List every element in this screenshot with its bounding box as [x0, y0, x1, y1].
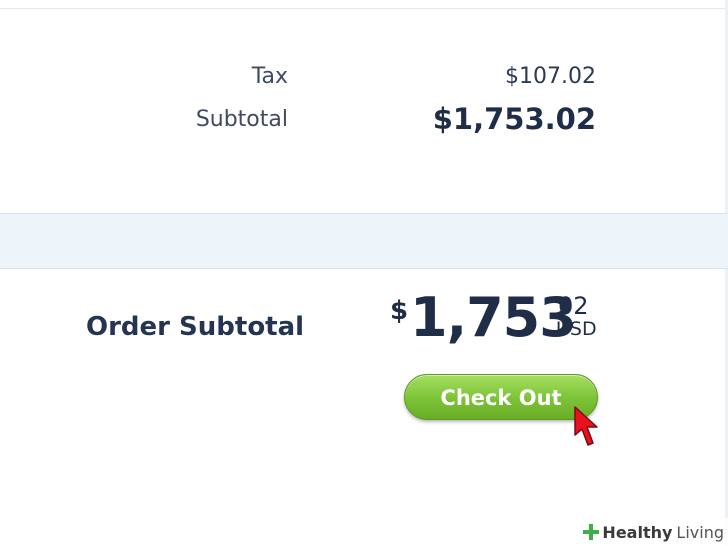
watermark-subbrand: Living — [676, 522, 724, 542]
section-divider-band — [0, 213, 728, 269]
subtotal-label: Subtotal — [195, 107, 288, 132]
plus-cross-icon — [583, 524, 600, 540]
currency-symbol: $ — [390, 296, 409, 326]
checkout-button[interactable]: Check Out — [404, 374, 598, 420]
top-divider — [0, 0, 728, 9]
total-amount: 1,753 — [410, 286, 577, 349]
tax-label: Tax — [251, 64, 288, 89]
tax-value: $107.02 — [505, 64, 596, 89]
mouse-pointer-icon — [574, 406, 598, 446]
subtotal-value: $1,753.02 — [432, 102, 596, 136]
total-cents: 02 — [558, 292, 589, 320]
tax-row: Tax $107.02 — [0, 62, 600, 102]
order-subtotal-label: Order Subtotal — [86, 312, 305, 342]
watermark: Healthy Living — [578, 518, 728, 546]
currency-code: USD — [556, 318, 597, 340]
subtotal-row: Subtotal $1,753.02 — [0, 102, 600, 142]
watermark-brand: Healthy — [602, 522, 673, 542]
order-total: $ 1,753 02 USD — [390, 286, 610, 356]
